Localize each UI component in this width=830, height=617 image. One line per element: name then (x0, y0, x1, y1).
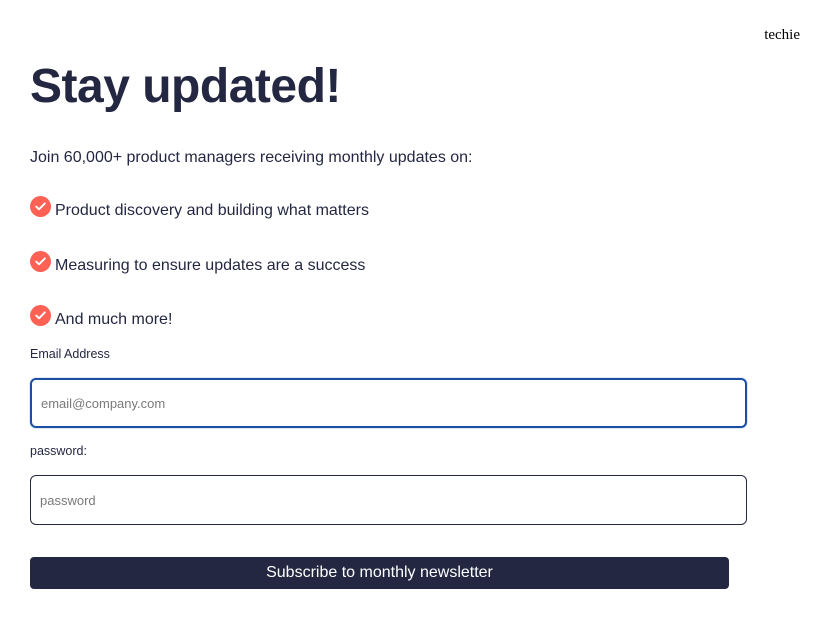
email-input[interactable] (30, 378, 747, 428)
check-circle-icon (30, 251, 51, 272)
check-circle-icon (30, 305, 51, 326)
intro-text: Join 60,000+ product managers receiving … (30, 149, 473, 166)
feature-text: Product discovery and building what matt… (55, 202, 369, 219)
brand-name: techie (764, 27, 800, 43)
email-label: Email Address (30, 347, 110, 361)
page-title: Stay updated! (30, 60, 341, 113)
password-input[interactable] (30, 475, 747, 525)
feature-text: And much more! (55, 311, 173, 328)
feature-text: Measuring to ensure updates are a succes… (55, 257, 366, 274)
check-circle-icon (30, 196, 51, 217)
feature-item: Measuring to ensure updates are a succes… (30, 251, 366, 276)
subscribe-button[interactable]: Subscribe to monthly newsletter (30, 557, 729, 589)
feature-item: And much more! (30, 305, 173, 330)
password-label: password: (30, 444, 87, 458)
feature-item: Product discovery and building what matt… (30, 196, 369, 221)
